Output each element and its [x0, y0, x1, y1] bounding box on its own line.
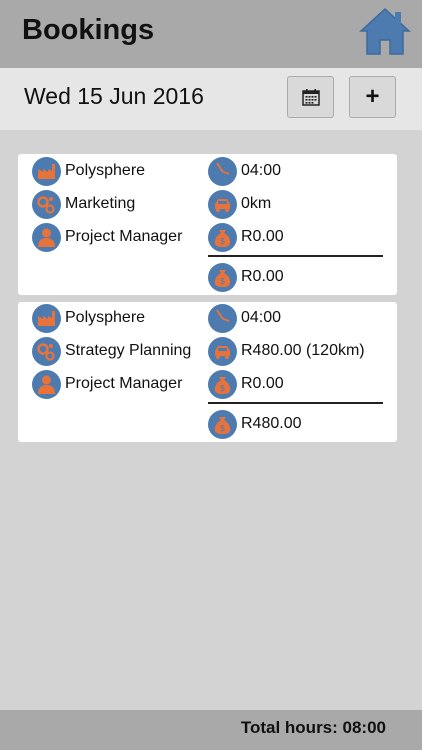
- gears-icon: [32, 336, 61, 366]
- travel-row: 0km: [208, 189, 271, 219]
- client-row: Polysphere: [32, 303, 145, 333]
- total-value: R0.00: [241, 268, 284, 285]
- svg-text:$: $: [220, 277, 225, 286]
- travel-value: R480.00 (120km): [241, 342, 365, 359]
- total-divider: [208, 402, 383, 404]
- expense-row: $ R0.00: [208, 369, 284, 399]
- total-divider: [208, 255, 383, 257]
- money-bag-icon: $: [208, 262, 237, 292]
- selected-date[interactable]: Wed 15 Jun 2016: [24, 83, 204, 110]
- total-value: R480.00: [241, 415, 302, 432]
- car-icon: [208, 336, 237, 366]
- svg-text:$: $: [220, 424, 225, 433]
- client-row: Polysphere: [32, 156, 145, 186]
- total-hours: Total hours: 08:00: [240, 718, 386, 737]
- total-row: $ R0.00: [208, 262, 284, 292]
- travel-row: R480.00 (120km): [208, 336, 365, 366]
- booking-card[interactable]: Polysphere Strategy Planning Project Man…: [18, 302, 397, 442]
- calendar-icon: [301, 89, 320, 106]
- money-bag-icon: $: [208, 409, 237, 439]
- duration-value: 04:00: [241, 162, 282, 179]
- person-icon: [32, 369, 61, 399]
- total-row: $ R480.00: [208, 409, 302, 439]
- activity-name: Marketing: [65, 195, 136, 212]
- activity-name: Strategy Planning: [65, 342, 192, 359]
- duration-row: 04:00: [208, 156, 281, 186]
- duration-value: 04:00: [241, 309, 282, 326]
- page-title: Bookings: [22, 14, 155, 46]
- client-name: Polysphere: [65, 309, 146, 326]
- svg-text:$: $: [220, 384, 225, 393]
- add-booking-button[interactable]: +: [349, 76, 396, 118]
- role-row: Project Manager: [32, 369, 182, 399]
- expense-value: R0.00: [241, 228, 284, 245]
- travel-value: 0km: [241, 195, 272, 212]
- date-bar: Wed 15 Jun 2016 +: [0, 68, 422, 130]
- activity-row: Strategy Planning: [32, 336, 191, 366]
- home-button[interactable]: [358, 6, 412, 58]
- clock-icon: [208, 156, 237, 186]
- money-bag-icon: $: [208, 222, 237, 252]
- duration-row: 04:00: [208, 303, 281, 333]
- svg-text:$: $: [220, 237, 225, 246]
- footer-bar: Total hours: 08:00: [0, 710, 422, 750]
- client-name: Polysphere: [65, 162, 146, 179]
- home-icon: [359, 7, 411, 55]
- calendar-button[interactable]: [287, 76, 334, 118]
- car-icon: [208, 189, 237, 219]
- person-icon: [32, 222, 61, 252]
- role-name: Project Manager: [65, 228, 183, 245]
- app-header: Bookings: [0, 0, 422, 68]
- clock-icon: [208, 303, 237, 333]
- expense-row: $ R0.00: [208, 222, 284, 252]
- factory-icon: [32, 156, 61, 186]
- gears-icon: [32, 189, 61, 219]
- money-bag-icon: $: [208, 369, 237, 399]
- expense-value: R0.00: [241, 375, 284, 392]
- role-row: Project Manager: [32, 222, 182, 252]
- activity-row: Marketing: [32, 189, 135, 219]
- factory-icon: [32, 303, 61, 333]
- role-name: Project Manager: [65, 375, 183, 392]
- booking-card[interactable]: Polysphere Marketing Project Manager 04:…: [18, 154, 397, 295]
